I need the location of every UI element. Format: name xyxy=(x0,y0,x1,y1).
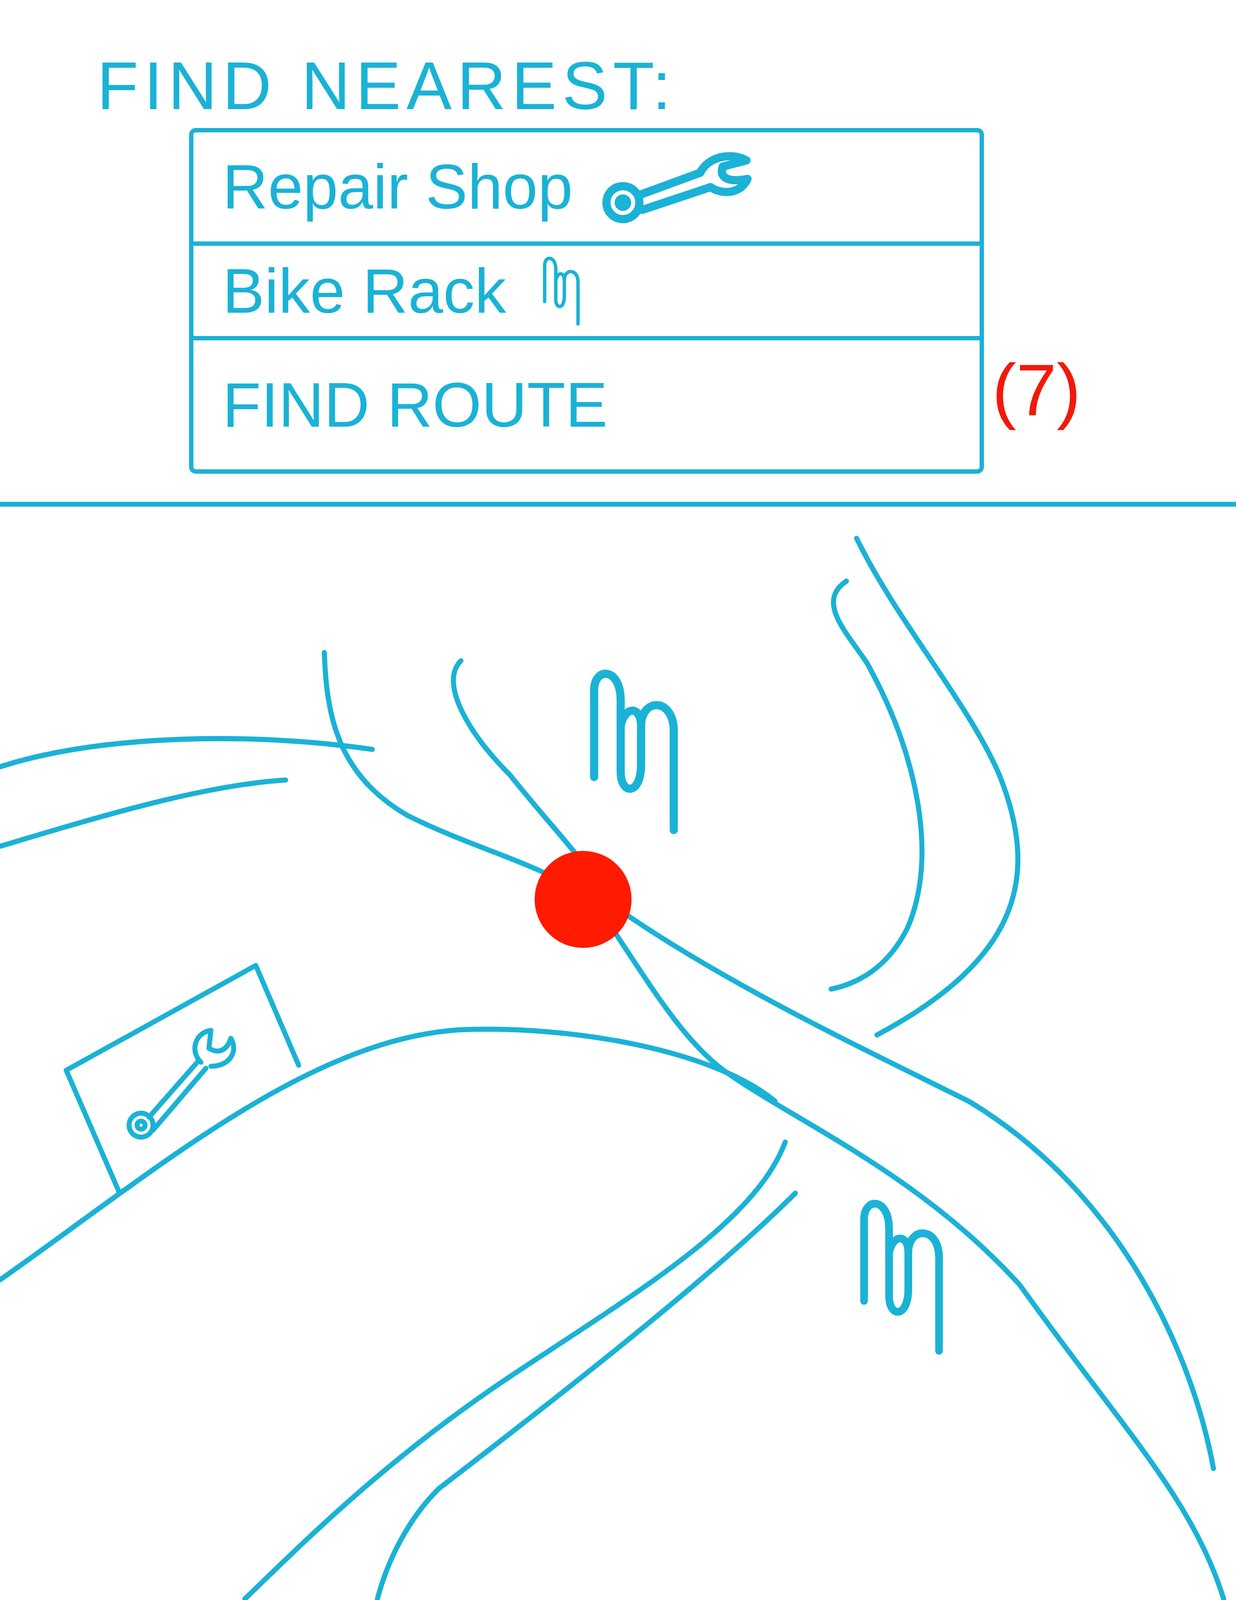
header: FIND NEAREST: Repair Shop Bike Rack FIND RO… xyxy=(0,0,1236,502)
bike-rack-marker[interactable] xyxy=(841,1194,964,1359)
menu-item-label: FIND ROUTE xyxy=(222,370,608,440)
count-badge: (7) xyxy=(992,349,1081,430)
menu-item-label: Bike Rack xyxy=(222,256,507,326)
menu-item[interactable]: Repair Shop xyxy=(193,132,980,242)
menu-item[interactable]: Bike Rack xyxy=(193,241,980,336)
repair-shop-marker[interactable] xyxy=(61,960,306,1200)
title: FIND NEAREST: xyxy=(96,48,1236,124)
menu-item-label: Repair Shop xyxy=(222,152,573,222)
bike-rack-marker[interactable] xyxy=(566,664,704,839)
current-location-dot xyxy=(534,850,632,948)
divider xyxy=(0,501,1236,507)
bike-rack-icon xyxy=(530,254,594,328)
find-nearest-menu: Repair Shop Bike Rack FIND ROUTE xyxy=(189,127,984,474)
wrench-icon xyxy=(597,145,762,229)
find-route-button[interactable]: FIND ROUTE xyxy=(193,335,980,470)
map[interactable] xyxy=(0,506,1236,1600)
